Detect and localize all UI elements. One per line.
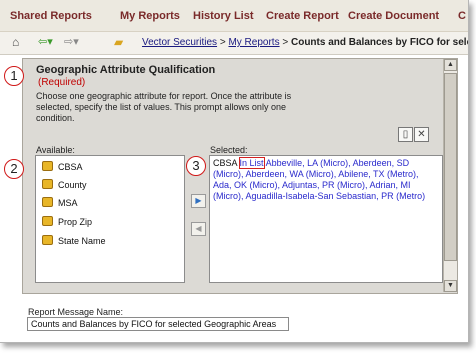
attribute-cube-icon	[42, 216, 53, 226]
browser-frame: Shared Reports My Reports History List C…	[0, 0, 469, 343]
breadcrumb-current: Counts and Balances by FICO for selec	[290, 37, 468, 48]
attribute-cube-icon	[42, 197, 53, 207]
nav-create-report[interactable]: Create Report	[266, 10, 339, 22]
scroll-up-icon[interactable]: ▲	[444, 59, 457, 71]
prompt-title: Geographic Attribute Qualification	[36, 64, 216, 76]
list-item-label: CBSA	[58, 162, 83, 172]
nav-create-document[interactable]: Create Document	[348, 10, 439, 22]
list-item[interactable]: State Name	[42, 235, 106, 246]
remove-arrow-icon[interactable]: ◀	[191, 222, 206, 236]
top-nav-bar: Shared Reports My Reports History List C…	[0, 0, 468, 32]
breadcrumb-separator: >	[219, 37, 226, 48]
back-arrow-icon[interactable]: ⇦▾	[38, 36, 53, 48]
folder-up-icon[interactable]: ▰	[114, 36, 123, 48]
attribute-cube-icon	[42, 179, 53, 189]
nav-truncated-item[interactable]: C	[458, 10, 466, 22]
available-label: Available:	[36, 145, 75, 155]
prompt-description: Choose one geographic attribute for repo…	[36, 91, 292, 123]
callout-3: 3	[186, 156, 206, 176]
operator-link[interactable]: In List	[238, 157, 265, 169]
callout-1: 1	[4, 66, 24, 86]
list-item-label: State Name	[58, 236, 106, 246]
nav-history-list[interactable]: History List	[193, 10, 254, 22]
list-item[interactable]: Prop Zip	[42, 216, 92, 227]
add-arrow-icon[interactable]: ▶	[191, 194, 206, 208]
nav-my-reports[interactable]: My Reports	[120, 10, 180, 22]
available-list[interactable]: CBSA County MSA Prop Zip State Name	[35, 155, 185, 283]
selected-label: Selected:	[210, 145, 248, 155]
report-message-input[interactable]	[27, 317, 289, 331]
breadcrumb-separator: >	[282, 37, 289, 48]
selection-expression: CBSA In List Abbeville, LA (Micro), Aber…	[213, 157, 439, 202]
selected-attribute: CBSA	[213, 158, 238, 168]
breadcrumb-my-reports[interactable]: My Reports	[228, 37, 279, 48]
required-indicator: (Required)	[38, 77, 86, 88]
scrollbar-thumb[interactable]	[444, 73, 457, 261]
list-item-label: County	[58, 180, 87, 190]
list-item-label: Prop Zip	[58, 217, 93, 227]
list-item[interactable]: MSA	[42, 197, 78, 208]
callout-2: 2	[4, 159, 24, 179]
selected-list[interactable]: CBSA In List Abbeville, LA (Micro), Aber…	[209, 155, 443, 283]
forward-arrow-icon[interactable]: ⇨▾	[64, 36, 79, 48]
breadcrumb: Vector Securities > My Reports > Counts …	[142, 37, 468, 48]
nav-shared-reports[interactable]: Shared Reports	[10, 10, 92, 22]
breadcrumb-vector-securities[interactable]: Vector Securities	[142, 37, 217, 48]
list-item[interactable]: CBSA	[42, 161, 83, 172]
attribute-cube-icon	[42, 161, 53, 171]
scroll-down-icon[interactable]: ▼	[444, 280, 457, 292]
home-icon[interactable]: ⌂	[12, 36, 19, 48]
list-item-label: MSA	[58, 198, 78, 208]
report-message-label: Report Message Name:	[28, 307, 124, 317]
new-document-icon[interactable]: ▯	[398, 127, 413, 142]
attribute-cube-icon	[42, 235, 53, 245]
list-item[interactable]: County	[42, 179, 87, 190]
vertical-scrollbar[interactable]: ▲ ▼	[443, 59, 457, 292]
clear-x-icon[interactable]: ✕	[414, 127, 429, 142]
breadcrumb-bar: ⌂ ⇦▾ ⇨▾ ▰ Vector Securities > My Reports…	[0, 32, 468, 55]
